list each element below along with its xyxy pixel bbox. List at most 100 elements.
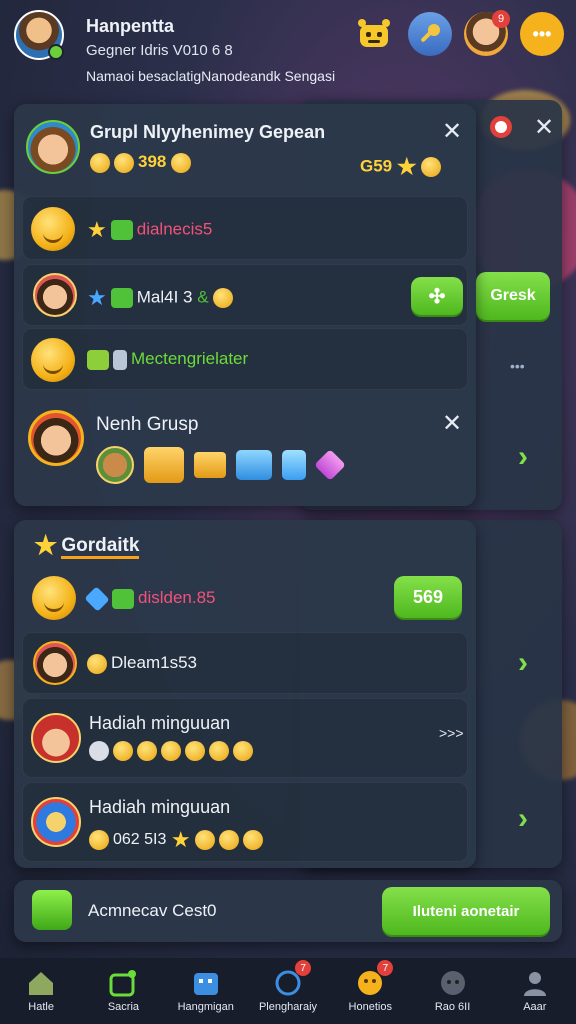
more-arrows[interactable]: >>> [439,725,464,741]
gem-icon [110,220,133,240]
reward-avatar [31,713,81,763]
star-icon: ★ [396,154,417,179]
user-icon [523,972,546,996]
chevron-right-icon[interactable]: › [518,802,528,836]
nav-messages[interactable]: 7 Plengharaiy [247,958,329,1024]
star-icon: ★ [87,217,107,242]
list-item[interactable]: ★ Mal4I 3 & ✣ [22,264,468,326]
star-icon: ★ [87,285,107,310]
nav-label: Sacria [107,1001,140,1013]
share-icon [109,970,137,997]
notification-badge: 7 [295,960,312,976]
group-leader-avatar [28,410,84,466]
record-icon[interactable] [490,116,512,138]
nav-home[interactable]: Hatle [0,958,82,1024]
coin-icon [113,741,133,761]
chevron-right-icon[interactable]: › [518,440,528,474]
coin-icon [213,288,234,308]
nav-events[interactable]: Hangmigan [165,958,247,1024]
coin-icon [87,653,107,674]
dots-label: ••• [510,358,525,374]
bottom-navigation: Hatle Sacria Hangmigan 7 Plengharaiy 7 H… [0,958,576,1024]
list-item[interactable]: Hadiah minguuan 062 5I3 ★ [22,782,468,862]
online-status-icon [48,44,64,60]
list-item[interactable]: Mectengrielater [22,328,468,390]
chevron-right-icon[interactable]: › [518,646,528,680]
gem-icon [112,588,134,609]
player-avatar[interactable] [14,10,64,60]
profile-header: Hanpentta Gegner Idris V010 6 8 Namaoi b… [0,0,576,96]
gamepad-icon [440,971,465,995]
offer-button[interactable]: Iluteni aonetair [382,887,550,935]
rewards-title-row: ★ Gordaitk [34,530,140,561]
star-icon: ★ [34,530,58,560]
list-item[interactable]: ★ dialnecis5 [22,196,468,260]
coin-icon [171,152,192,173]
coin-icon [185,741,205,761]
player-subtitle: Gegner Idris V010 6 8 [86,42,233,59]
row-title: Hadiah minguuan [89,713,231,733]
coin-icon [218,830,239,850]
nav-label: Rao 6II [434,1001,471,1013]
group-avatar [26,120,80,174]
row-content: ★ Mal4I 3 & [87,285,237,311]
cube-icon [32,890,72,930]
nav-social[interactable]: Sacria [82,958,164,1024]
coin-icon [209,741,229,761]
ice-block-icon [236,450,272,480]
nav-games[interactable]: Rao 6II [411,958,493,1024]
coin-icon [194,830,215,850]
nav-emotes[interactable]: 7 Honetios [329,958,411,1024]
behind-action-button[interactable]: Gresk [476,272,550,320]
list-item[interactable]: Dleam1s53 [22,632,468,694]
gem-icon [110,288,133,308]
coin-icon [242,830,263,850]
robot-icon[interactable] [352,12,396,56]
group-stats: 398 [90,152,195,173]
nav-label: Honetios [348,1001,392,1013]
close-icon[interactable]: ✕ [442,412,462,436]
claim-button[interactable]: 569 [394,576,462,618]
row-value: 062 5I3 [113,831,167,849]
list-item[interactable]: dislden.85 569 [22,566,468,628]
smiley-icon [31,338,75,382]
group-name: Nenh Grusp [96,414,199,435]
friend-avatar [33,641,77,685]
group-panel: Grupl Nlyyhenimey Gepean ✕ 398 G59 ★ ★ di… [14,104,476,506]
nav-profile[interactable]: Aaar [494,958,576,1024]
coin-icon [161,741,181,761]
nav-label: Hatle [28,1001,54,1013]
coin-icon [89,741,109,761]
row-label: Dleam1s53 [111,653,197,672]
row-content: ★ dialnecis5 [87,217,212,243]
coin-icon [90,152,110,173]
friend-avatar-icon[interactable]: 9 [464,10,510,56]
coin-icon [89,830,109,850]
gem-icon [84,585,110,612]
key-icon[interactable] [408,12,452,56]
notification-badge: 7 [377,960,394,976]
coin-icon [233,741,253,761]
coin-icon [137,741,157,761]
row-label: Mal4I 3 [136,287,193,307]
nav-label: Hangmigan [177,1001,234,1013]
star-icon: ★ [170,827,191,852]
list-item[interactable]: Hadiah minguuan >>> [22,698,468,778]
gold-bar-icon [144,447,184,483]
close-icon[interactable]: ✕ [534,116,554,140]
home-icon [29,972,54,995]
row-title: Hadiah minguuan [89,797,231,817]
row-content: dislden.85 [84,585,216,612]
row-content: Mectengrielater [87,349,248,370]
reward-badge-icon [31,797,81,847]
reward-avatar-icon [96,446,134,484]
close-icon[interactable]: ✕ [442,120,462,144]
reward-icons [89,741,257,761]
stat-value: 398 [138,152,167,171]
rewards-panel: ★ Gordaitk dislden.85 569 Dleam1s53 Hadia… [14,520,476,868]
more-icon[interactable]: ••• [520,12,564,56]
row-label: dialnecis5 [136,219,213,239]
nav-label: Plengharaiy [258,1001,318,1013]
row-label: dislden.85 [138,588,216,607]
gift-button[interactable]: ✣ [411,277,463,315]
